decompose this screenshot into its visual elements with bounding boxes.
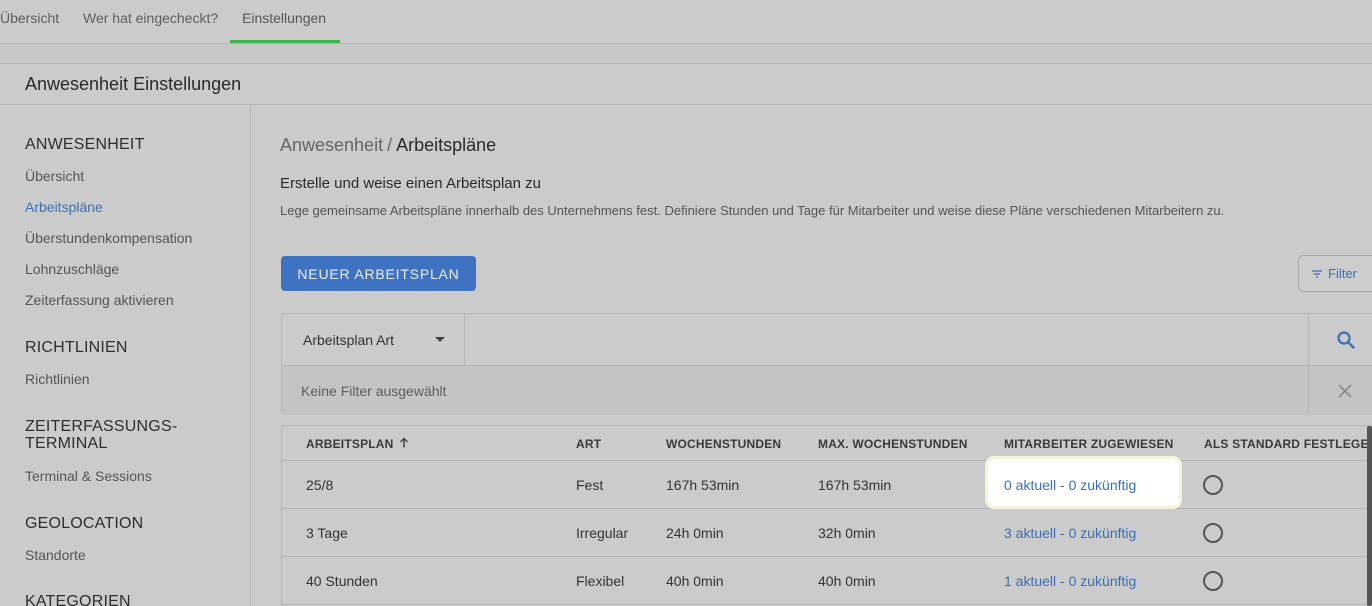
- cell-max-weekly-hours: 32h 0min: [818, 525, 876, 541]
- divider-band: [0, 44, 1372, 64]
- cell-schedule-type: Irregular: [576, 525, 629, 541]
- table-header: ARBEITSPLAN ART WOCHENSTUNDEN MAX. WOCHE…: [282, 426, 1372, 461]
- sidebar-item-arbeitsplaene[interactable]: Arbeitspläne: [25, 199, 103, 215]
- table-row[interactable]: 3 Tage Irregular 24h 0min 32h 0min 3 akt…: [282, 509, 1372, 557]
- column-header-art[interactable]: ART: [576, 437, 601, 451]
- cell-schedule-name: 40 Stunden: [306, 573, 378, 589]
- schedule-type-select[interactable]: Arbeitsplan Art: [282, 314, 465, 365]
- breadcrumb-current: Arbeitspläne: [396, 135, 497, 155]
- filter-lines-icon: [1312, 269, 1322, 278]
- assigned-employees-link[interactable]: 3 aktuell - 0 zukünftig: [1004, 525, 1136, 541]
- column-header-label: ARBEITSPLAN: [306, 437, 394, 451]
- cell-max-weekly-hours: 40h 0min: [818, 573, 876, 589]
- page-scrollbar[interactable]: [1367, 426, 1372, 606]
- sidebar-item-ueberstundenkompensation[interactable]: Überstundenkompensation: [25, 230, 192, 246]
- set-default-radio[interactable]: [1203, 523, 1223, 543]
- set-default-radio[interactable]: [1203, 475, 1223, 495]
- cell-schedule-name: 25/8: [306, 477, 334, 493]
- filter-button[interactable]: Filter: [1298, 255, 1372, 292]
- active-tab-indicator: [230, 40, 340, 43]
- close-icon: [1337, 383, 1352, 398]
- cell-schedule-type: Fest: [576, 477, 604, 493]
- table-row[interactable]: 40 Stunden Flexibel 40h 0min 40h 0min 1 …: [282, 557, 1372, 605]
- page-title: Anwesenheit Einstellungen: [25, 74, 242, 94]
- cell-max-weekly-hours: 167h 53min: [818, 477, 892, 493]
- tab-overview[interactable]: Übersicht: [0, 10, 59, 26]
- sidebar-item-zeiterfassung-aktivieren[interactable]: Zeiterfassung aktivieren: [25, 292, 174, 308]
- sidebar-heading-terminal-line1: ZEITERFASSUNGS-: [25, 418, 178, 435]
- arrow-up-icon: [399, 437, 409, 451]
- work-schedules-table: ARBEITSPLAN ART WOCHENSTUNDEN MAX. WOCHE…: [281, 425, 1372, 606]
- no-filter-text: Keine Filter ausgewählt: [301, 383, 447, 399]
- cell-weekly-hours: 24h 0min: [666, 525, 724, 541]
- assigned-employees-link[interactable]: 0 aktuell - 0 zukünftig: [1004, 477, 1136, 493]
- cell-schedule-name: 3 Tage: [306, 525, 348, 541]
- section-description: Lege gemeinsame Arbeitspläne innerhalb d…: [280, 203, 1225, 218]
- sidebar-item-standorte[interactable]: Standorte: [25, 547, 86, 563]
- sidebar-heading-richtlinien: RICHTLINIEN: [25, 339, 128, 356]
- sidebar-heading-kategorien: KATEGORIEN: [25, 593, 131, 606]
- caret-down-icon: [435, 337, 445, 342]
- breadcrumb-separator: /: [387, 135, 393, 155]
- sidebar-heading-terminal-line2: TERMINAL: [25, 435, 108, 452]
- assigned-employees-link[interactable]: 1 aktuell - 0 zukünftig: [1004, 573, 1136, 589]
- clear-filters-button[interactable]: [1308, 366, 1372, 415]
- tab-checked-in[interactable]: Wer hat eingecheckt?: [83, 10, 218, 26]
- cell-weekly-hours: 40h 0min: [666, 573, 724, 589]
- set-default-radio[interactable]: [1203, 571, 1223, 591]
- active-filters-row: Keine Filter ausgewählt: [282, 365, 1372, 415]
- column-header-max-wochenstunden[interactable]: MAX. WOCHENSTUNDEN: [818, 437, 968, 451]
- search-input[interactable]: [466, 314, 1308, 365]
- main-content: Anwesenheit / Arbeitspläne Erstelle und we…: [251, 105, 1372, 606]
- cell-schedule-type: Flexibel: [576, 573, 625, 589]
- new-work-schedule-button[interactable]: NEUER ARBEITSPLAN: [281, 256, 476, 291]
- filter-panel: Arbeitsplan Art Keine Filter ausgewählt: [281, 313, 1372, 415]
- column-header-wochenstunden[interactable]: WOCHENSTUNDEN: [666, 437, 781, 451]
- column-header-als-standard-festlegen[interactable]: ALS STANDARD FESTLEGEN: [1204, 437, 1372, 451]
- page-header: Anwesenheit Einstellungen: [0, 64, 1372, 105]
- column-header-mitarbeiter-zugewiesen[interactable]: MITARBEITER ZUGEWIESEN: [1004, 437, 1174, 451]
- column-header-arbeitsplan[interactable]: ARBEITSPLAN: [306, 437, 409, 451]
- sidebar-item-lohnzuschlaege[interactable]: Lohnzuschläge: [25, 261, 119, 277]
- top-tabs: Übersicht Wer hat eingecheckt? Einstellu…: [0, 0, 1372, 44]
- sidebar-heading-geolocation: GEOLOCATION: [25, 515, 144, 532]
- search-icon: [1336, 330, 1355, 349]
- breadcrumb-parent[interactable]: Anwesenheit: [280, 135, 383, 155]
- settings-sidebar: ANWESENHEIT Übersicht Arbeitspläne Übers…: [0, 105, 251, 606]
- section-title: Erstelle und weise einen Arbeitsplan zu: [280, 175, 541, 192]
- sidebar-heading-anwesenheit: ANWESENHEIT: [25, 136, 145, 153]
- sidebar-item-richtlinien[interactable]: Richtlinien: [25, 371, 90, 387]
- schedule-type-select-value: Arbeitsplan Art: [303, 331, 395, 348]
- table-row[interactable]: 25/8 Fest 167h 53min 167h 53min: [282, 461, 1372, 509]
- tab-settings[interactable]: Einstellungen: [242, 10, 326, 26]
- filter-button-label: Filter: [1328, 266, 1357, 281]
- breadcrumb: Anwesenheit / Arbeitspläne: [280, 135, 496, 156]
- sidebar-item-uebersicht[interactable]: Übersicht: [25, 168, 84, 184]
- cell-weekly-hours: 167h 53min: [666, 477, 740, 493]
- search-button[interactable]: [1308, 314, 1372, 365]
- sidebar-item-terminal-sessions[interactable]: Terminal & Sessions: [25, 468, 152, 484]
